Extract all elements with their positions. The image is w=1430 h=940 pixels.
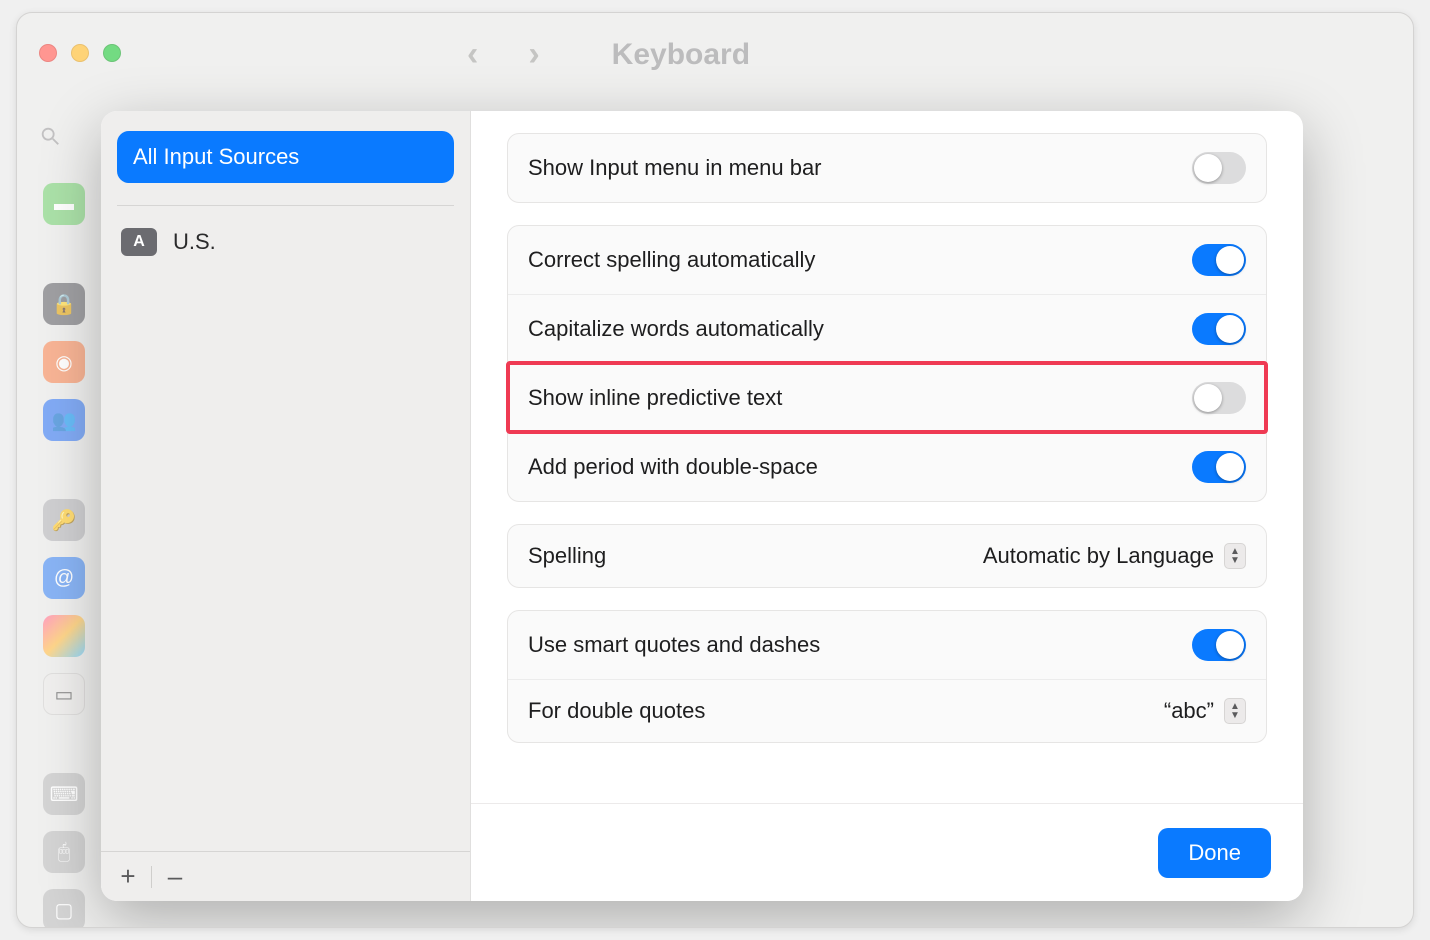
input-source-item[interactable]: A U.S.: [121, 228, 454, 256]
sidebar: ▬ 🔒 ◉ 👥 🔑 @ ▭ ⌨ 🖱 ▢ 🖶: [43, 183, 85, 928]
input-sources-sheet: All Input Sources A U.S. + – Show Input m…: [101, 111, 1303, 901]
setting-row-smart_quotes: Use smart quotes and dashes: [508, 611, 1266, 679]
sidebar-item-internet-accounts[interactable]: @: [43, 557, 85, 599]
sidebar-item-keyboard[interactable]: ⌨: [43, 773, 85, 815]
sidebar-item-lockscreen[interactable]: 🔒: [43, 283, 85, 325]
setting-row-show_input_menu: Show Input menu in menu bar: [508, 134, 1266, 202]
search-icon: [39, 125, 61, 147]
toggle-knob: [1216, 246, 1244, 274]
remove-source-button[interactable]: –: [162, 864, 188, 890]
settings-window: ‹ › Keyboard ▬ 🔒 ◉ 👥 🔑 @ ▭ ⌨ 🖱 ▢ 🖶 All I…: [16, 12, 1414, 928]
toggle-knob: [1216, 631, 1244, 659]
keyboard-badge-icon: A: [121, 228, 157, 256]
sidebar-item-users[interactable]: 👥: [43, 399, 85, 441]
sidebar-search[interactable]: [39, 125, 61, 147]
setting-row-correct_spelling: Correct spelling automatically: [508, 226, 1266, 294]
setting-label: For double quotes: [528, 698, 705, 724]
sidebar-item-battery[interactable]: ▬: [43, 183, 85, 225]
minimize-window-button[interactable]: [71, 44, 89, 62]
sidebar-item-trackpad[interactable]: ▢: [43, 889, 85, 928]
done-button[interactable]: Done: [1158, 828, 1271, 878]
input-sources-footer: + –: [101, 851, 470, 901]
setting-label: Add period with double-space: [528, 454, 818, 480]
toggle-capitalize[interactable]: [1192, 313, 1246, 345]
sidebar-item-wallet[interactable]: ▭: [43, 673, 85, 715]
settings-group: Correct spelling automatically Capitalize…: [507, 225, 1267, 502]
setting-row-double_space_period: Add period with double-space: [508, 432, 1266, 501]
toggle-predictive[interactable]: [1192, 382, 1246, 414]
chevron-up-down-icon: ▲▼: [1224, 543, 1246, 569]
toggle-knob: [1216, 315, 1244, 343]
settings-group: Use smart quotes and dashes For double qu…: [507, 610, 1267, 743]
select-spelling[interactable]: Automatic by Language ▲▼: [983, 543, 1246, 569]
setting-label: Show Input menu in menu bar: [528, 155, 822, 181]
divider: [151, 866, 152, 888]
input-source-label: U.S.: [173, 229, 216, 255]
select-value: “abc”: [1164, 698, 1214, 724]
toggle-knob: [1216, 453, 1244, 481]
add-source-button[interactable]: +: [115, 864, 141, 890]
setting-row-capitalize: Capitalize words automatically: [508, 294, 1266, 363]
toggle-knob: [1194, 384, 1222, 412]
setting-label: Show inline predictive text: [528, 385, 782, 411]
settings-group: Show Input menu in menu bar: [507, 133, 1267, 203]
back-button[interactable]: ‹: [467, 35, 478, 74]
setting-row-predictive: Show inline predictive text: [508, 363, 1266, 432]
setting-label: Correct spelling automatically: [528, 247, 815, 273]
sidebar-item-mouse[interactable]: 🖱: [43, 831, 85, 873]
setting-row-spelling: Spelling Automatic by Language ▲▼: [508, 525, 1266, 587]
toggle-double_space_period[interactable]: [1192, 451, 1246, 483]
all-input-sources-item[interactable]: All Input Sources: [117, 131, 454, 183]
sidebar-item-gamecenter[interactable]: [43, 615, 85, 657]
toggle-knob: [1194, 154, 1222, 182]
close-window-button[interactable]: [39, 44, 57, 62]
sidebar-item-touchid[interactable]: ◉: [43, 341, 85, 383]
select-double_quotes[interactable]: “abc” ▲▼: [1164, 698, 1246, 724]
settings-scroll[interactable]: Show Input menu in menu bar Correct spell…: [471, 111, 1303, 803]
setting-label: Capitalize words automatically: [528, 316, 824, 342]
setting-label: Use smart quotes and dashes: [528, 632, 820, 658]
input-sources-settings: Show Input menu in menu bar Correct spell…: [471, 111, 1303, 901]
sheet-footer: Done: [471, 803, 1303, 901]
toggle-show_input_menu[interactable]: [1192, 152, 1246, 184]
select-value: Automatic by Language: [983, 543, 1214, 569]
chevron-up-down-icon: ▲▼: [1224, 698, 1246, 724]
page-title: Keyboard: [612, 38, 750, 72]
setting-label: Spelling: [528, 543, 606, 569]
sidebar-item-passwords[interactable]: 🔑: [43, 499, 85, 541]
settings-group: Spelling Automatic by Language ▲▼: [507, 524, 1267, 588]
toggle-smart_quotes[interactable]: [1192, 629, 1246, 661]
forward-button[interactable]: ›: [528, 35, 539, 74]
nav-controls: ‹ › Keyboard: [467, 35, 750, 74]
window-controls: [39, 44, 121, 62]
input-sources-list: All Input Sources A U.S. + –: [101, 111, 471, 901]
toggle-correct_spelling[interactable]: [1192, 244, 1246, 276]
all-input-sources-label: All Input Sources: [133, 144, 299, 170]
fullscreen-window-button[interactable]: [103, 44, 121, 62]
setting-row-double_quotes: For double quotes “abc” ▲▼: [508, 679, 1266, 742]
